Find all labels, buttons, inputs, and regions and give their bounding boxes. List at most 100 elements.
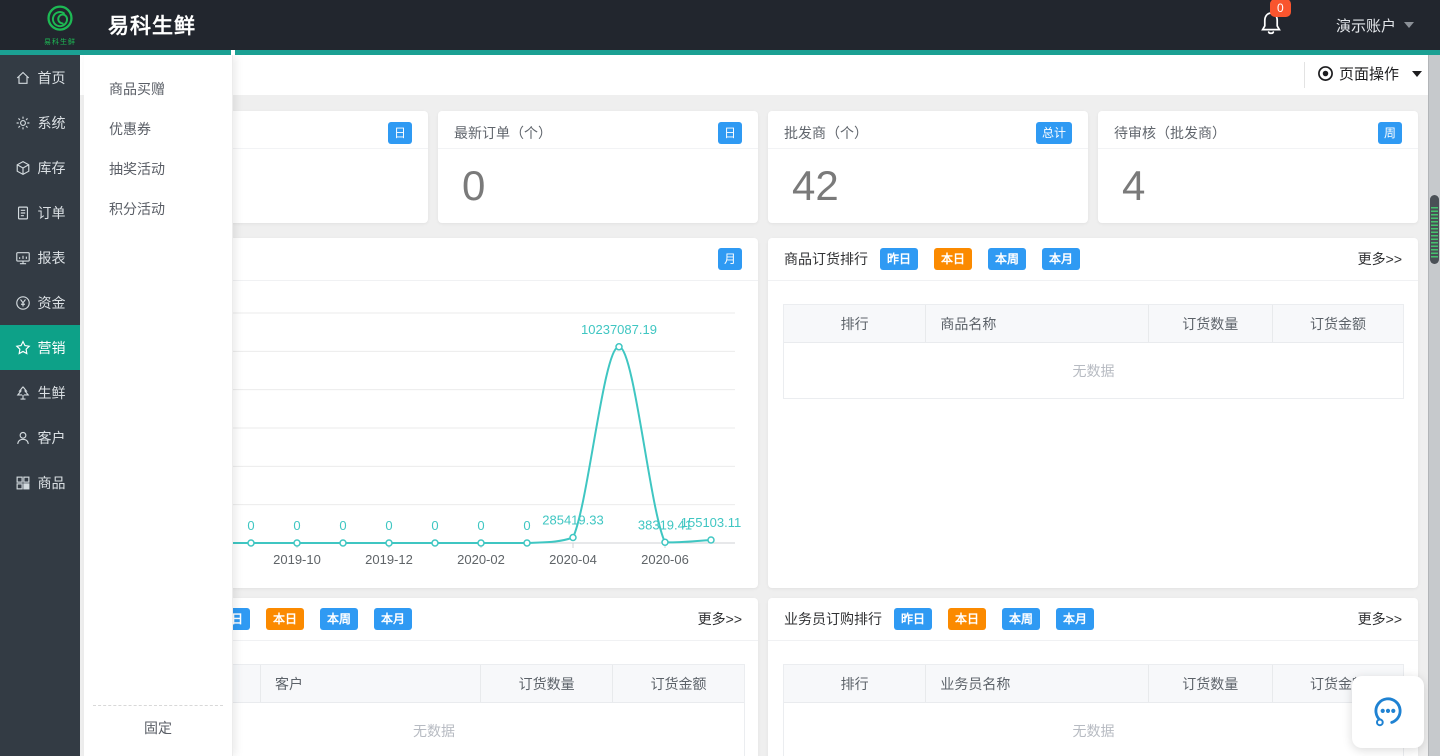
sidebar-item-home[interactable]: 首页 — [0, 55, 80, 100]
submenu-item-product-gift[interactable]: 商品买赠 — [84, 69, 232, 109]
logo-spiral-icon — [44, 4, 76, 39]
column-header: 订货数量 — [481, 665, 613, 702]
column-header: 排行 — [784, 665, 926, 702]
sidebar-item-label: 资金 — [38, 293, 66, 313]
app-logo[interactable]: 易科生鲜 — [28, 4, 92, 47]
stat-card-latest-orders: 最新订单（个） 日 0 — [438, 111, 758, 223]
svg-text:0: 0 — [431, 518, 438, 533]
customer-service-chat-button[interactable] — [1352, 676, 1424, 748]
page-actions-dropdown[interactable]: 页面操作 — [1317, 63, 1422, 84]
sidebar-item-label: 订单 — [38, 203, 66, 223]
sidebar-item-grid[interactable]: 商品 — [0, 460, 80, 505]
svg-text:285419.33: 285419.33 — [542, 513, 603, 528]
column-header: 排行 — [784, 305, 926, 342]
logo-subtext: 易科生鲜 — [44, 37, 76, 47]
content-toolbar: 页面操作 — [80, 55, 1440, 95]
sidebar-item-user[interactable]: 客户 — [0, 415, 80, 460]
tab-this-week[interactable]: 本周 — [1002, 608, 1040, 630]
more-link[interactable]: 更多>> — [1358, 249, 1402, 269]
salesman-rank-table: 排行业务员名称订货数量订货金额无数据 — [783, 664, 1404, 756]
chevron-down-icon — [1412, 71, 1422, 77]
sidebar-item-star[interactable]: 营销 — [0, 325, 80, 370]
column-header: 订货金额 — [613, 665, 744, 702]
period-badge: 总计 — [1036, 122, 1072, 144]
sidebar-item-label: 营销 — [38, 338, 66, 358]
period-badge: 周 — [1378, 122, 1402, 144]
accent-bar-notch — [231, 50, 235, 55]
divider — [93, 705, 223, 706]
svg-text:2020-02: 2020-02 — [457, 552, 505, 567]
sidebar-nav: 首页系统库存订单报表资金营销生鲜客户商品 — [0, 55, 80, 756]
document-icon — [15, 205, 31, 221]
svg-text:2020-04: 2020-04 — [549, 552, 597, 567]
pin-submenu-button[interactable]: 固定 — [84, 718, 232, 738]
sidebar-item-tree[interactable]: 生鲜 — [0, 370, 80, 415]
tab-today[interactable]: 本日 — [266, 608, 304, 630]
more-link[interactable]: 更多>> — [1358, 609, 1402, 629]
tab-today[interactable]: 本日 — [948, 608, 986, 630]
sidebar-item-box[interactable]: 库存 — [0, 145, 80, 190]
stat-card-title: 批发商（个） — [784, 123, 868, 143]
stat-card-row: 日 最新订单（个） 日 0 批发商（个） 总计 42 待审核（批发商） 周 4 — [108, 111, 1418, 223]
table-header-row: 排行业务员名称订货数量订货金额 — [784, 665, 1403, 703]
stat-card-value: 0 — [462, 165, 758, 207]
scrollbar-thumb[interactable] — [1430, 195, 1439, 264]
table-header-row: 排行商品名称订货数量订货金额 — [784, 305, 1403, 343]
account-menu[interactable]: 演示账户 — [1336, 15, 1414, 36]
home-icon — [15, 70, 31, 86]
sidebar-item-label: 生鲜 — [38, 383, 66, 403]
sidebar-item-label: 商品 — [38, 473, 66, 493]
yen-icon — [15, 295, 31, 311]
user-icon — [15, 430, 31, 446]
tab-this-week[interactable]: 本周 — [320, 608, 358, 630]
submenu-item-coupon[interactable]: 优惠券 — [84, 109, 232, 149]
page-actions-label: 页面操作 — [1339, 63, 1399, 84]
sidebar-item-yen[interactable]: 资金 — [0, 280, 80, 325]
vertical-scrollbar[interactable] — [1428, 55, 1440, 756]
sidebar-item-label: 客户 — [38, 428, 66, 448]
period-tabs: 昨日本日本周本月 — [880, 248, 1080, 270]
sidebar-item-document[interactable]: 订单 — [0, 190, 80, 235]
svg-text:10237087.19: 10237087.19 — [581, 322, 657, 337]
toolbar-divider — [1304, 62, 1305, 88]
svg-text:155103.11: 155103.11 — [681, 515, 742, 530]
more-link[interactable]: 更多>> — [698, 609, 742, 629]
sidebar-item-label: 首页 — [38, 68, 66, 88]
tree-icon — [15, 385, 31, 401]
sidebar-item-label: 库存 — [38, 158, 66, 178]
tab-this-month[interactable]: 本月 — [1042, 248, 1080, 270]
column-header: 客户 — [261, 665, 481, 702]
accent-bar — [0, 50, 1440, 55]
bell-icon — [1258, 24, 1284, 41]
sidebar-item-label: 系统 — [38, 113, 66, 133]
gear-icon — [15, 115, 31, 131]
tab-this-month[interactable]: 本月 — [1056, 608, 1094, 630]
star-icon — [15, 340, 31, 356]
notification-count-badge: 0 — [1270, 0, 1291, 17]
stat-card-value: 42 — [792, 165, 1088, 207]
top-header: 易科生鲜 易科生鲜 0 演示账户 — [0, 0, 1440, 50]
submenu-item-points[interactable]: 积分活动 — [84, 189, 232, 229]
submenu-item-lottery[interactable]: 抽奖活动 — [84, 149, 232, 189]
empty-data-row: 无数据 — [784, 343, 1403, 398]
tab-yesterday[interactable]: 昨日 — [894, 608, 932, 630]
tab-today[interactable]: 本日 — [934, 248, 972, 270]
marketing-submenu-flyout: 商品买赠优惠券抽奖活动积分活动 固定 — [84, 55, 233, 756]
svg-text:2019-12: 2019-12 — [365, 552, 413, 567]
column-header: 订货数量 — [1149, 305, 1273, 342]
tab-yesterday[interactable]: 昨日 — [880, 248, 918, 270]
sidebar-item-report[interactable]: 报表 — [0, 235, 80, 280]
product-rank-card: 商品订货排行 昨日本日本周本月 更多>> 排行商品名称订货数量订货金额无数据 — [768, 238, 1418, 588]
sidebar-item-gear[interactable]: 系统 — [0, 100, 80, 145]
report-icon — [15, 250, 31, 266]
notification-bell[interactable]: 0 — [1258, 9, 1284, 42]
tab-this-month[interactable]: 本月 — [374, 608, 412, 630]
rank-card-title: 商品订货排行 — [784, 249, 868, 269]
tab-this-week[interactable]: 本周 — [988, 248, 1026, 270]
period-badge: 月 — [718, 248, 742, 270]
period-badge: 日 — [718, 122, 742, 144]
stat-card-title: 最新订单（个） — [454, 123, 552, 143]
svg-text:0: 0 — [293, 518, 300, 533]
chevron-down-icon — [1404, 22, 1414, 28]
chat-bubble-icon — [1366, 690, 1410, 734]
